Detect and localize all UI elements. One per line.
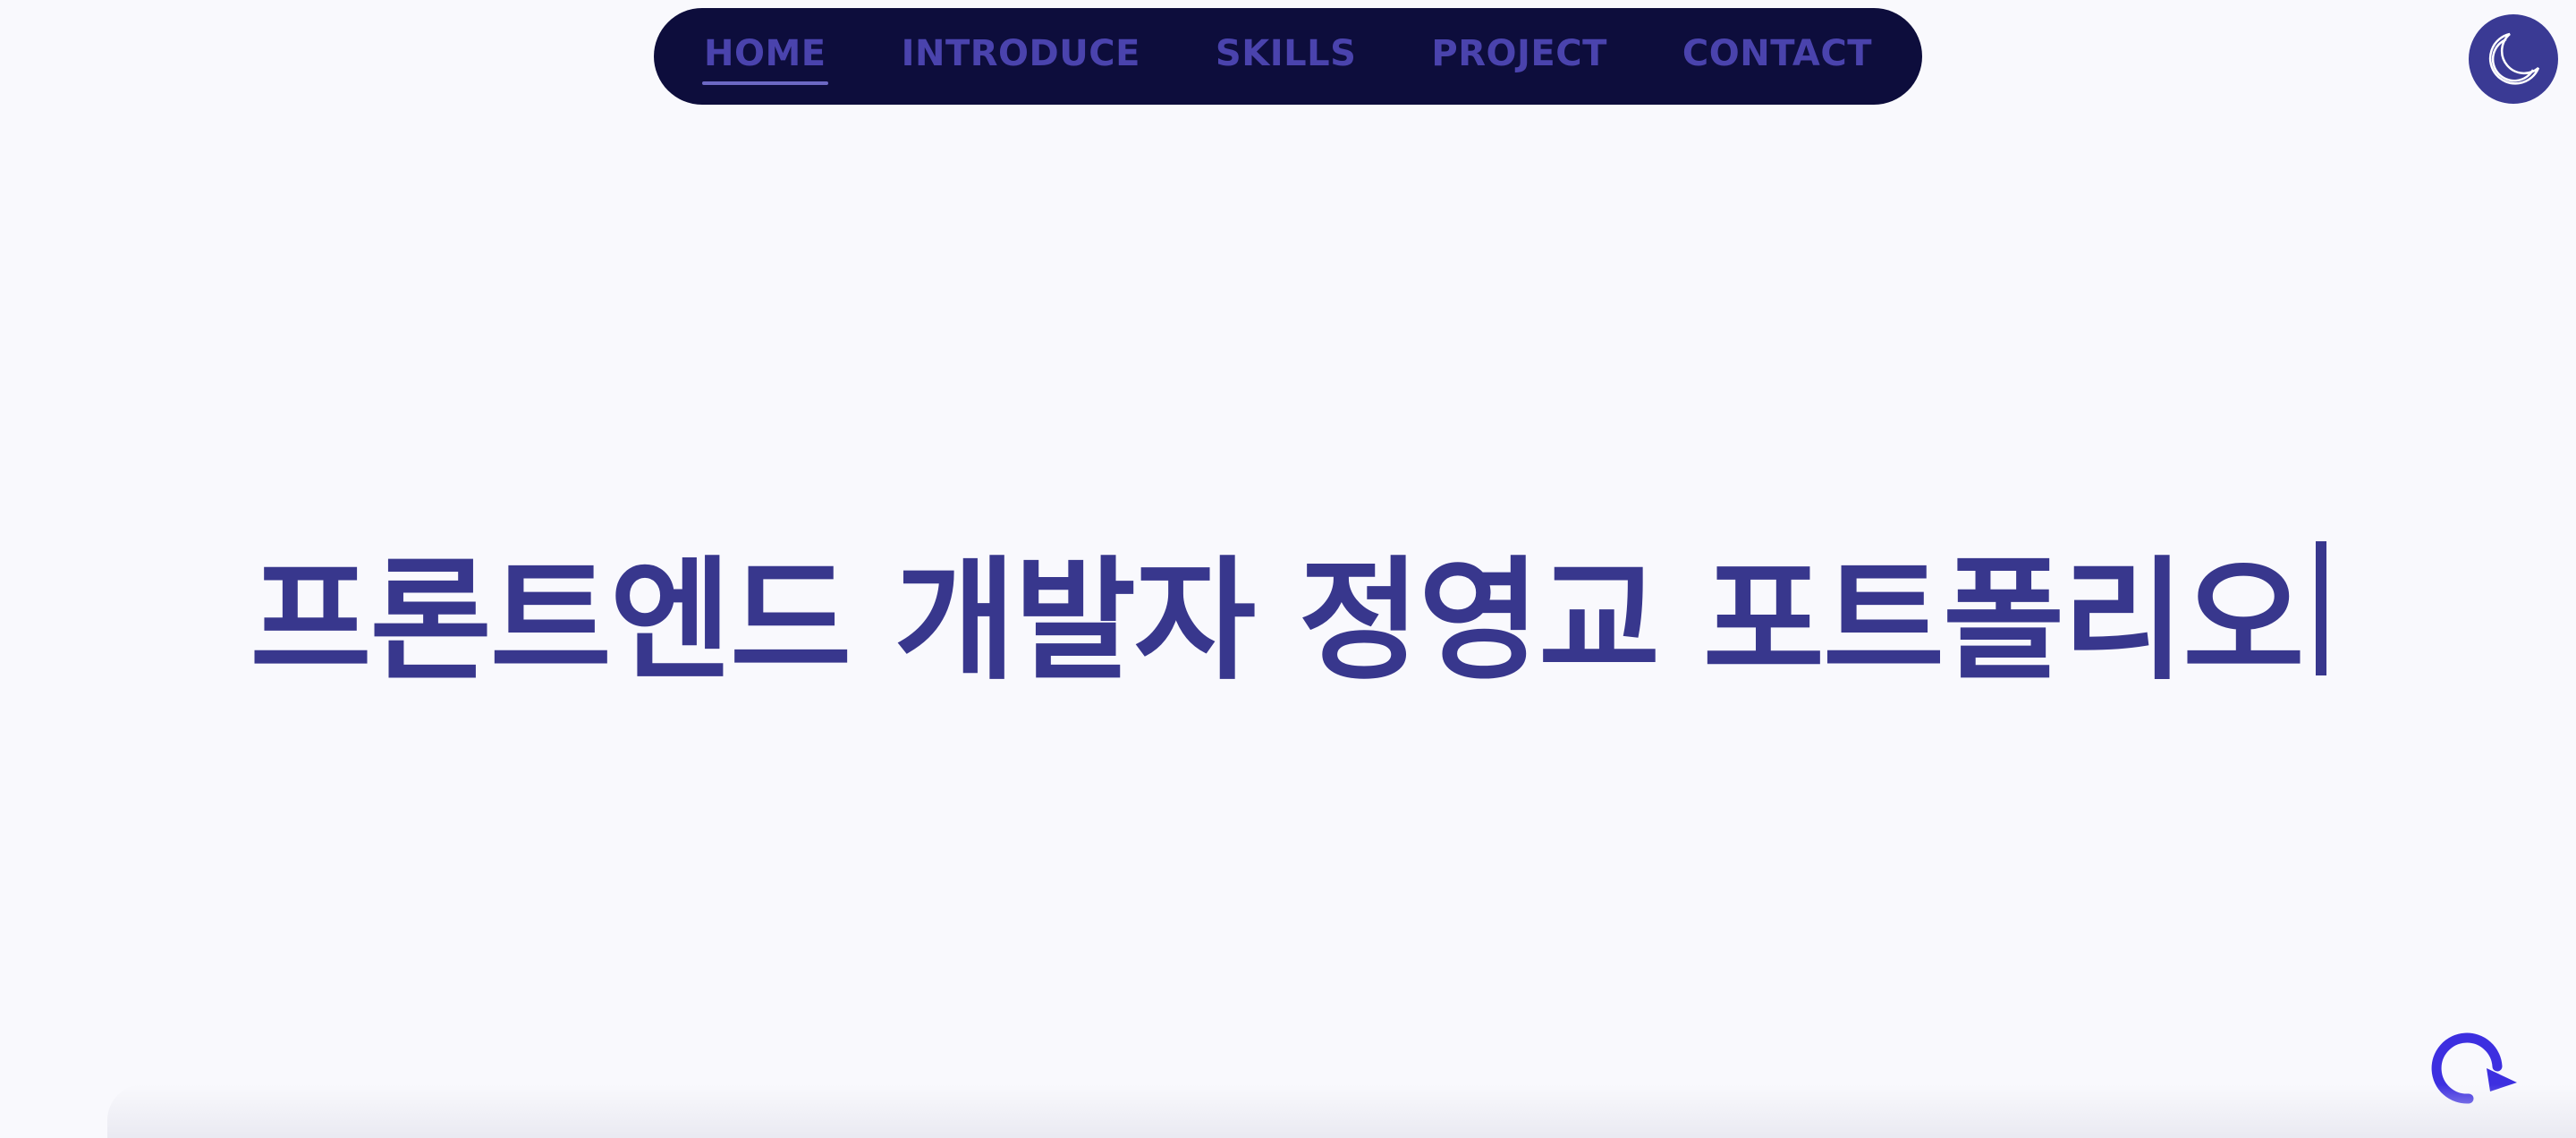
moon-icon [2488, 32, 2540, 85]
hero-title-text: 프론트엔드 개발자 정영교 포트폴리오 [250, 543, 2304, 698]
hero-section: 프론트엔드 개발자 정영교 포트폴리오 [0, 528, 2576, 698]
nav-item-skills[interactable]: SKILLS [1216, 33, 1356, 80]
top-navbar: HOME INTRODUCE SKILLS PROJECT CONTACT [654, 8, 1922, 105]
bottom-shadow [107, 1084, 2576, 1138]
page: HOME INTRODUCE SKILLS PROJECT CONTACT 프론… [0, 0, 2576, 1138]
hero-title: 프론트엔드 개발자 정영교 포트폴리오 [250, 513, 2326, 705]
theme-toggle-button[interactable] [2469, 14, 2558, 104]
nav-item-contact[interactable]: CONTACT [1682, 33, 1872, 80]
nav-item-introduce[interactable]: INTRODUCE [902, 33, 1140, 80]
typing-cursor [2315, 541, 2326, 675]
nav-item-home[interactable]: HOME [702, 33, 828, 85]
nav-item-project[interactable]: PROJECT [1431, 33, 1606, 80]
